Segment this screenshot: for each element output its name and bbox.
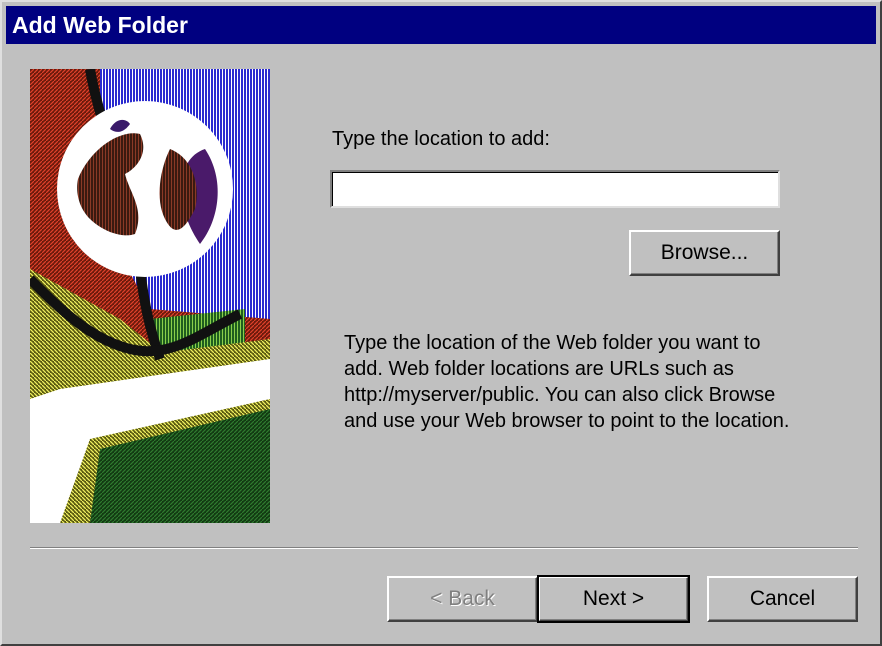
location-input[interactable] — [330, 170, 780, 208]
browse-button-label: Browse... — [660, 241, 749, 264]
description-line: add. Web folder locations are URLs such … — [344, 358, 734, 380]
title-bar: Add Web Folder — [6, 6, 876, 44]
add-web-folder-dialog: Add Web Folder Type the location to add:… — [0, 0, 882, 646]
description-line: and use your Web browser to point to the… — [344, 410, 790, 432]
description-text: Type the location of the Web folder you … — [344, 330, 844, 434]
footer-divider — [30, 547, 858, 549]
cancel-button-label: Cancel — [749, 587, 816, 610]
back-button[interactable]: < Back — [387, 576, 538, 622]
description-line: Type the location of the Web folder you … — [344, 332, 761, 354]
cancel-button[interactable]: Cancel — [707, 576, 858, 622]
next-button-label: Next > — [582, 587, 645, 610]
description-line: http://myserver/public. You can also cli… — [344, 384, 776, 406]
window-title: Add Web Folder — [12, 12, 188, 38]
next-button[interactable]: Next > — [537, 575, 690, 623]
browse-button[interactable]: Browse... — [629, 230, 780, 276]
back-button-label: < Back — [430, 587, 495, 610]
location-label: Type the location to add: — [332, 128, 550, 150]
globe-puzzle-icon — [30, 69, 270, 523]
wizard-illustration — [30, 69, 270, 523]
